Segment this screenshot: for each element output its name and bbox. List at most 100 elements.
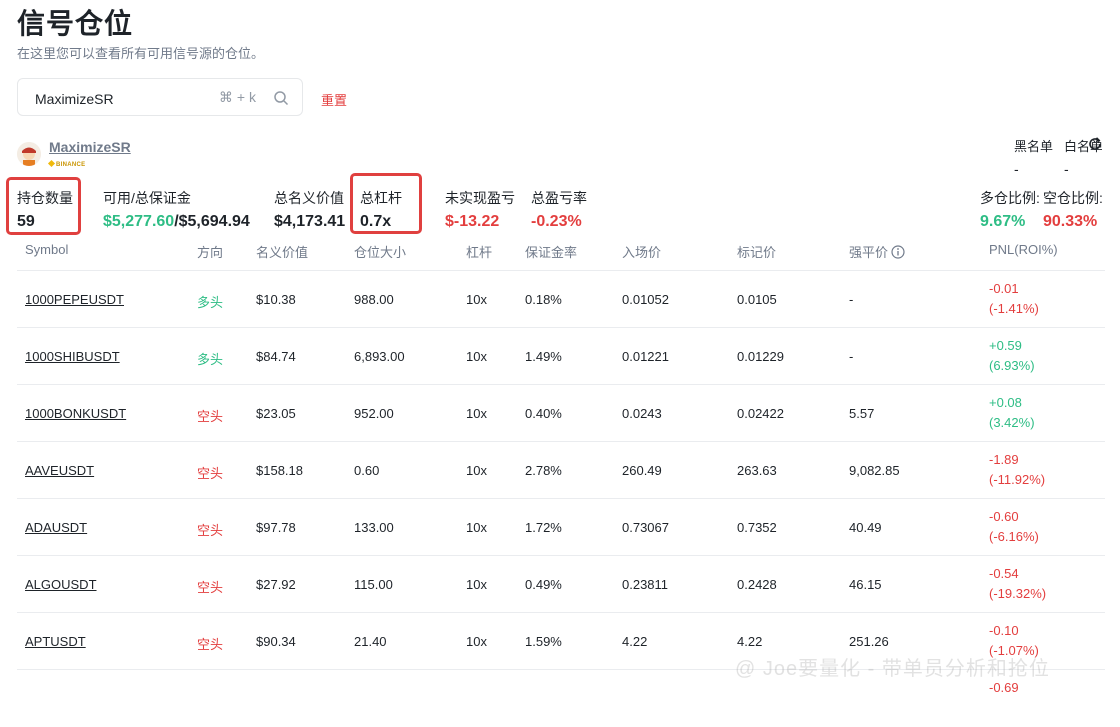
margin-rate-cell: 1.49%	[525, 349, 562, 364]
leverage-cell: 10x	[466, 406, 487, 421]
column-header: 保证金率	[525, 245, 578, 260]
entry-price-cell: 0.23811	[622, 577, 669, 592]
notional-label: 总名义价值	[274, 190, 344, 206]
side-label: 多头	[197, 295, 224, 310]
size-cell: 6,893.00	[354, 349, 405, 364]
notional-cell: $158.18	[256, 463, 303, 478]
leverage-cell: 10x	[466, 349, 487, 364]
table-row[interactable]: 1000BONKUSDT 空头 $23.05 952.00 10x 0.40% 0.0243…	[17, 384, 1105, 442]
liq-price-cell: -	[849, 292, 854, 307]
liq-price-cell: 9,082.85	[849, 463, 900, 478]
mark-price-cell: 0.01229	[737, 349, 784, 364]
column-header: 标记价	[737, 245, 777, 260]
symbol-link[interactable]: AAVEUSDT	[25, 463, 94, 478]
mark-price-cell: 0.02422	[737, 406, 784, 421]
leverage-cell: 10x	[466, 292, 487, 307]
avatar	[17, 142, 41, 166]
mark-price-cell: 4.22	[737, 634, 763, 649]
blacklist-label: 黑名单	[1014, 139, 1054, 154]
liq-price-cell: 251.26	[849, 634, 889, 649]
refresh-icon[interactable]	[1087, 136, 1103, 152]
side-label: 多头	[197, 352, 224, 367]
leverage-cell: 10x	[466, 520, 487, 535]
highlight-box	[6, 177, 81, 235]
table-row[interactable]: 1000PEPEUSDT 多头 $10.38 988.00 10x 0.18% 0.0105…	[17, 270, 1105, 328]
column-header: 仓位大小	[354, 245, 407, 260]
roi-value: (-19.32%)	[989, 586, 1047, 601]
search-icon[interactable]	[273, 90, 289, 106]
pnl-value: -0.10	[989, 623, 1019, 638]
stat-notional: 总名义价值 $4,173.41	[274, 188, 345, 231]
symbol-link[interactable]: 1000PEPEUSDT	[25, 292, 124, 307]
column-header: 方向	[197, 245, 224, 260]
pnl-rate-value: -0.23%	[531, 213, 582, 230]
notional-cell: $10.38	[256, 292, 296, 307]
size-cell: 21.40	[354, 634, 387, 649]
leverage-cell: 10x	[466, 634, 487, 649]
unrealized-pnl-label: 未实现盈亏	[445, 190, 515, 206]
margin-rate-cell: 1.72%	[525, 520, 562, 535]
pnl-cell: -0.69	[989, 678, 1019, 698]
pnl-cell: +0.59 (6.93%)	[989, 336, 1035, 376]
search-box[interactable]: ⌘ + k	[17, 78, 303, 116]
short-ratio-value: 90.33%	[1043, 213, 1098, 230]
symbol-link[interactable]: 1000SHIBUSDT	[25, 349, 120, 364]
stat-short-ratio: 空仓比例: 90.33%	[1043, 188, 1103, 231]
table-row[interactable]: ADAUSDT 空头 $97.78 133.00 10x 1.72% 0.73067 0.73…	[17, 498, 1105, 556]
symbol-link[interactable]: ALGOUSDT	[25, 577, 97, 592]
exchange-label: BINANCE	[56, 162, 86, 168]
whitelist-value: -	[1064, 161, 1069, 177]
column-header: 名义价值	[256, 245, 309, 260]
shortcut-hint: ⌘ + k	[219, 89, 256, 105]
trader-name-link[interactable]: MaximizeSR	[49, 139, 131, 155]
side-label: 空头	[197, 637, 224, 652]
column-header: 强平价	[849, 242, 905, 262]
table-row[interactable]: ALGOUSDT 空头 $27.92 115.00 10x 0.49% 0.23811 0.2…	[17, 555, 1105, 613]
reset-button[interactable]: 重置	[321, 90, 347, 109]
info-icon[interactable]	[891, 245, 905, 262]
entry-price-cell: 0.0243	[622, 406, 662, 421]
table-row[interactable]: AAVEUSDT 空头 $158.18 0.60 10x 2.78% 260.49 263.6…	[17, 441, 1105, 499]
leverage-cell: 10x	[466, 577, 487, 592]
symbol-link[interactable]: APTUSDT	[25, 634, 86, 649]
unrealized-pnl-value: $-13.22	[445, 213, 500, 230]
pnl-rate-label: 总盈亏率	[531, 190, 587, 206]
blacklist-value: -	[1014, 161, 1019, 177]
column-header: PNL(ROI%)	[989, 242, 1058, 257]
blacklist: 黑名单 -	[1014, 136, 1053, 177]
roi-value: (-1.41%)	[989, 301, 1039, 316]
symbol-link[interactable]: ADAUSDT	[25, 520, 87, 535]
margin-rate-cell: 0.18%	[525, 292, 562, 307]
margin-rate-cell: 2.78%	[525, 463, 562, 478]
pnl-cell: -0.01 (-1.41%)	[989, 279, 1039, 319]
margin-available-value: $5,277.60	[103, 213, 175, 230]
leverage-cell: 10x	[466, 463, 487, 478]
entry-price-cell: 0.73067	[622, 520, 669, 535]
side-label: 空头	[197, 580, 224, 595]
roi-value: (-6.16%)	[989, 529, 1039, 544]
stat-margin: 可用/总保证金 $5,277.60/$5,694.94	[103, 188, 250, 231]
margin-total-value: /$5,694.94	[174, 213, 250, 230]
symbol-link[interactable]: 1000BONKUSDT	[25, 406, 126, 421]
search-input[interactable]	[33, 88, 207, 110]
liq-price-cell: 40.49	[849, 520, 882, 535]
table-row[interactable]: 1000SHIBUSDT 多头 $84.74 6,893.00 10x 1.49% 0.01…	[17, 327, 1105, 385]
mark-price-cell: 0.7352	[737, 520, 777, 535]
page-title: 信号仓位	[17, 8, 134, 39]
short-ratio-label: 空仓比例:	[1043, 190, 1103, 206]
pnl-cell: -1.89 (-11.92%)	[989, 450, 1045, 490]
stat-long-ratio: 多仓比例: 9.67%	[980, 188, 1040, 231]
notional-cell: $97.78	[256, 520, 296, 535]
size-cell: 952.00	[354, 406, 394, 421]
long-ratio-value: 9.67%	[980, 213, 1026, 230]
liq-price-header-label: 强平价	[849, 245, 889, 260]
pnl-value: -0.69	[989, 680, 1019, 695]
margin-label: 可用/总保证金	[103, 190, 191, 206]
pnl-value: -0.60	[989, 509, 1019, 524]
pnl-cell: +0.08 (3.42%)	[989, 393, 1035, 433]
size-cell: 133.00	[354, 520, 394, 535]
roi-value: (-11.92%)	[989, 472, 1046, 487]
side-label: 空头	[197, 466, 224, 481]
margin-rate-cell: 1.59%	[525, 634, 562, 649]
column-header: Symbol	[25, 242, 69, 257]
